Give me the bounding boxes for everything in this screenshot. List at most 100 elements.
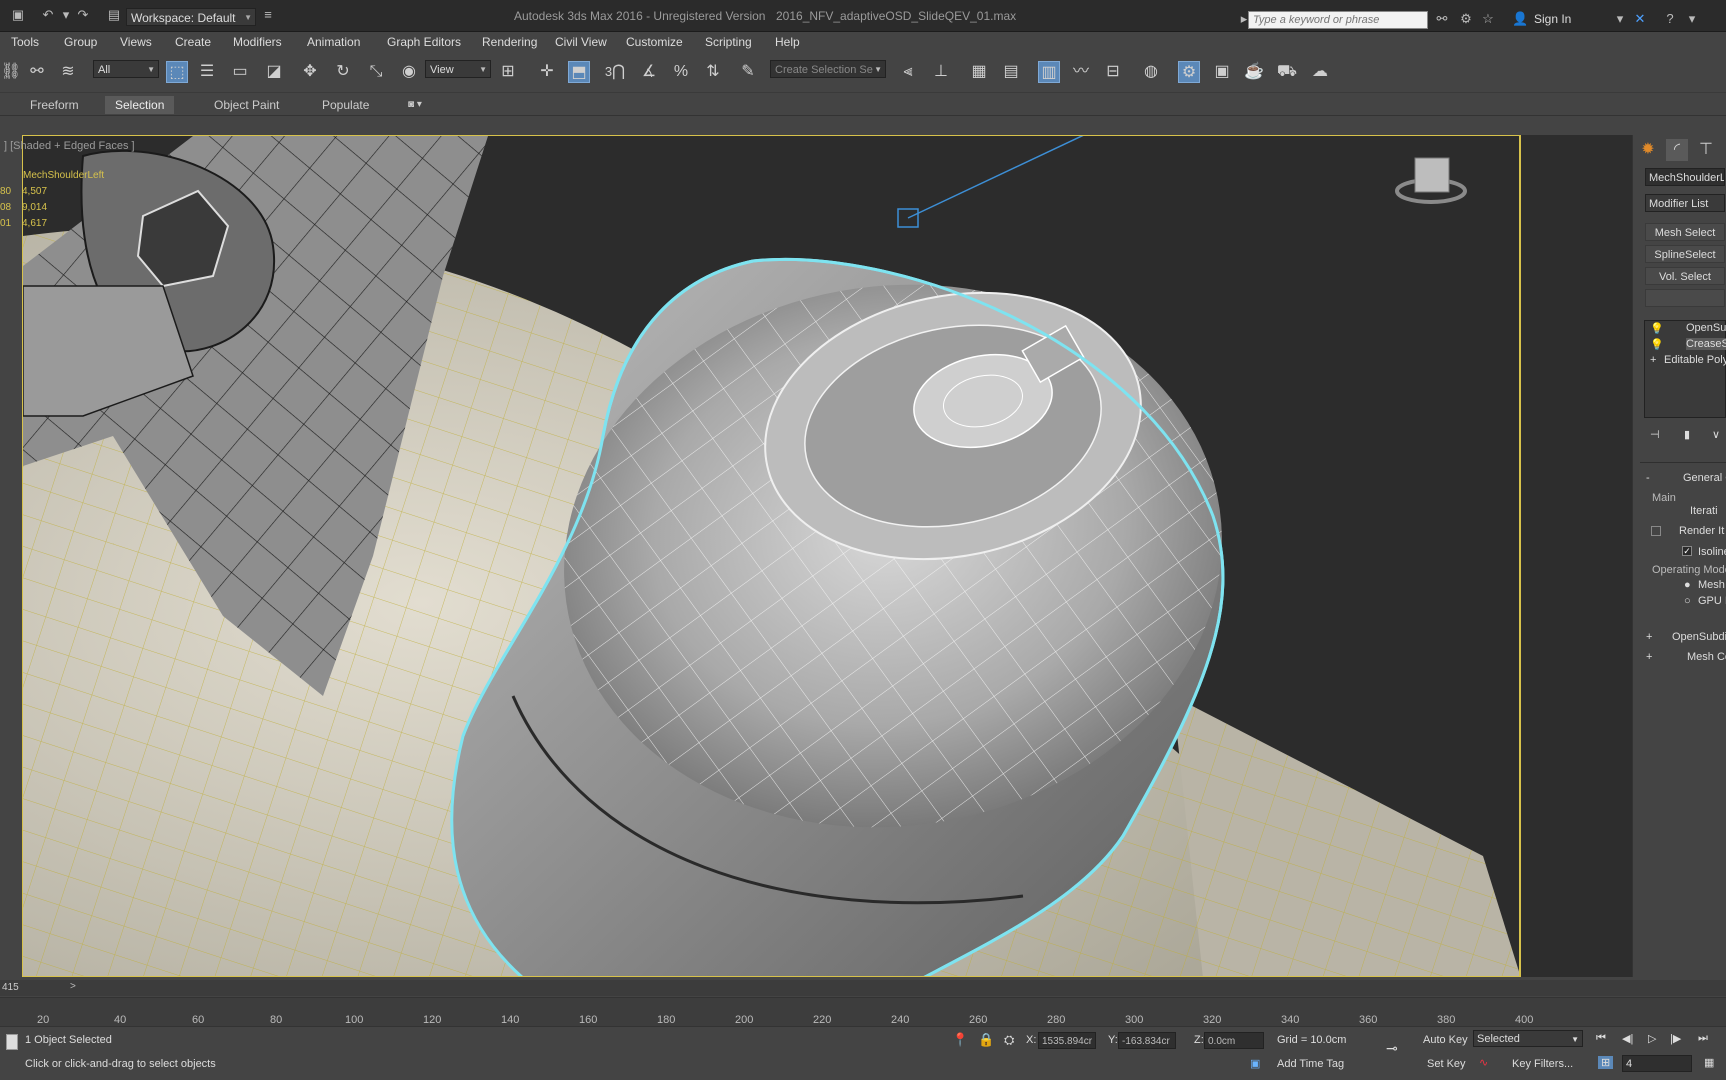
render-iterations-checkbox[interactable] (1651, 526, 1661, 536)
align-icon[interactable]: ⊥ (930, 61, 952, 83)
tab-populate[interactable]: Populate (312, 96, 379, 114)
stack-item-editable-poly[interactable]: Editable Poly (1664, 354, 1726, 366)
render-iterative-icon[interactable]: ⛟ (1276, 61, 1298, 83)
rotate-icon[interactable]: ↻ (332, 61, 354, 83)
current-frame-field[interactable]: 4 (1622, 1055, 1692, 1072)
previous-frame-icon[interactable]: ◀| (1622, 1032, 1633, 1045)
window-crossing-icon[interactable]: ◪ (263, 61, 285, 83)
rectangular-selection-icon[interactable]: ▭ (229, 61, 251, 83)
tab-object-paint[interactable]: Object Paint (204, 96, 289, 114)
modify-panel-icon[interactable]: ◜ (1666, 139, 1688, 161)
selection-filter-dropdown[interactable]: All ▼ (93, 60, 159, 78)
menu-create[interactable]: Create (175, 35, 211, 49)
make-unique-icon[interactable]: ∨ (1712, 428, 1720, 441)
material-editor-icon[interactable]: ◍ (1140, 61, 1162, 83)
render-online-icon[interactable]: ☁ (1309, 61, 1331, 83)
quick-access-menu-icon[interactable]: ≡ (260, 8, 276, 22)
curve-editor-icon[interactable]: 〰 (1070, 61, 1092, 83)
select-link-icon[interactable]: ⛓ (0, 61, 22, 83)
play-icon[interactable]: ▷ (1648, 1032, 1656, 1045)
favorites-icon[interactable]: ☆ (1480, 12, 1496, 26)
rollout-collapse-icon[interactable]: - (1646, 472, 1650, 484)
time-configuration-icon[interactable]: ▦ (1704, 1056, 1714, 1069)
rollout-expand-icon[interactable]: + (1646, 651, 1652, 663)
keyboard-shortcut-override-icon[interactable]: ⬒ (568, 61, 590, 83)
scale-icon[interactable]: ⤡ (365, 61, 387, 83)
object-name-field[interactable]: MechShoulderLe (1645, 168, 1725, 186)
stack-item-crease[interactable]: CreaseS (1686, 338, 1726, 350)
menu-customize[interactable]: Customize (626, 35, 683, 49)
rollout-general-title[interactable]: General C (1683, 472, 1726, 484)
menu-civil-view[interactable]: Civil View (555, 35, 607, 49)
render-production-icon[interactable]: ☕ (1243, 61, 1265, 83)
add-time-tag[interactable]: Add Time Tag (1277, 1058, 1344, 1070)
move-icon[interactable]: ✥ (299, 61, 321, 83)
key-mode-dropdown[interactable]: Selected ▼ (1473, 1030, 1583, 1047)
mirror-icon[interactable]: ⫷ (897, 61, 919, 83)
goto-start-icon[interactable]: ⏮ (1596, 1032, 1606, 1045)
time-slider-next-icon[interactable]: > (70, 981, 76, 992)
keyword-search-input[interactable] (1248, 11, 1428, 29)
project-folder-icon[interactable]: ▤ (106, 8, 122, 22)
menu-modifiers[interactable]: Modifiers (233, 35, 282, 49)
key-filters-button[interactable]: Key Filters... (1512, 1058, 1573, 1070)
isolate-selection-icon[interactable]: 📍 (952, 1032, 968, 1048)
ribbon-options-icon[interactable]: ◙ ▾ (398, 96, 432, 114)
toggle-ribbon-icon[interactable]: ▥ (1038, 61, 1060, 83)
menu-rendering[interactable]: Rendering (482, 35, 537, 49)
empty-modifier-button[interactable] (1645, 289, 1725, 307)
selection-lock-icon[interactable]: 🔒 (978, 1032, 994, 1048)
y-coord-field[interactable]: -163.834cr (1118, 1032, 1176, 1049)
signin-dropdown-icon[interactable]: ▾ (1612, 12, 1628, 26)
stack-expand-icon[interactable]: + (1650, 354, 1656, 366)
undo-icon[interactable]: ↶ (40, 8, 56, 22)
menu-views[interactable]: Views (120, 35, 152, 49)
menu-graph-editors[interactable]: Graph Editors (387, 35, 461, 49)
bind-space-warp-icon[interactable]: ≋ (57, 61, 79, 83)
z-coord-field[interactable]: 0.0cm (1204, 1032, 1264, 1049)
menu-tools[interactable]: Tools (11, 35, 39, 49)
rollout-opensubdiv-title[interactable]: OpenSubdi (1672, 631, 1726, 643)
perspective-viewport[interactable] (22, 135, 1520, 977)
menu-animation[interactable]: Animation (307, 35, 360, 49)
set-key-button[interactable]: Set Key (1427, 1058, 1466, 1070)
tab-selection[interactable]: Selection (105, 96, 175, 114)
percent-snap-icon[interactable]: % (670, 61, 692, 83)
unlink-icon[interactable]: ⚯ (26, 61, 48, 83)
user-icon[interactable]: 👤 (1512, 12, 1528, 26)
pin-stack-icon[interactable]: ⊣ (1650, 428, 1660, 441)
x-coord-field[interactable]: 1535.894cr (1038, 1032, 1096, 1049)
help-dropdown-icon[interactable]: ▾ (1684, 12, 1700, 26)
mesh-radio[interactable]: ● (1684, 579, 1691, 591)
key-curve-icon[interactable]: ∿ (1479, 1056, 1488, 1069)
default-in-out-tangent-icon[interactable]: ⊸ (1386, 1040, 1398, 1057)
menu-scripting[interactable]: Scripting (705, 35, 752, 49)
rollout-mesh-title[interactable]: Mesh Co (1687, 651, 1726, 663)
redo-icon[interactable]: ↷ (75, 8, 91, 22)
goto-end-icon[interactable]: ⏭ (1698, 1032, 1708, 1045)
viewport-label[interactable]: ] [Shaded + Edged Faces ] (4, 140, 135, 152)
toggle-layer-explorer-icon[interactable]: ▤ (1000, 61, 1022, 83)
modifier-list-dropdown[interactable]: Modifier List (1645, 194, 1725, 212)
vol-select-button[interactable]: Vol. Select (1645, 267, 1725, 285)
edit-named-selection-icon[interactable]: ✎ (737, 61, 759, 83)
render-setup-icon[interactable]: ⚙ (1178, 61, 1200, 83)
menu-group[interactable]: Group (64, 35, 97, 49)
rendered-frame-window-icon[interactable]: ▣ (1211, 61, 1233, 83)
gpu-radio[interactable]: ○ (1684, 595, 1691, 607)
angle-snap-icon[interactable]: ∡ (638, 61, 660, 83)
menu-help[interactable]: Help (775, 35, 800, 49)
maxscript-listener-icon[interactable] (6, 1034, 18, 1050)
spinner-snap-icon[interactable]: ⇅ (702, 61, 724, 83)
reference-coordinate-dropdown[interactable]: View ▼ (425, 60, 491, 78)
stack-item-opensubdiv[interactable]: OpenSub (1686, 322, 1726, 334)
spline-select-button[interactable]: SplineSelect (1645, 245, 1725, 263)
help-icon[interactable]: ? (1662, 12, 1678, 26)
key-mode-toggle-icon[interactable]: ⊞ (1598, 1056, 1614, 1069)
transform-mode-icon[interactable]: ⛭ (1004, 1032, 1014, 1048)
isoline-checkbox[interactable]: ✓ (1682, 546, 1692, 556)
app-menu-icon[interactable]: ▣ (10, 8, 26, 22)
select-object-icon[interactable]: ⬚ (166, 61, 188, 83)
time-slider[interactable] (0, 980, 1726, 996)
pivot-center-icon[interactable]: ⊞ (497, 61, 519, 83)
